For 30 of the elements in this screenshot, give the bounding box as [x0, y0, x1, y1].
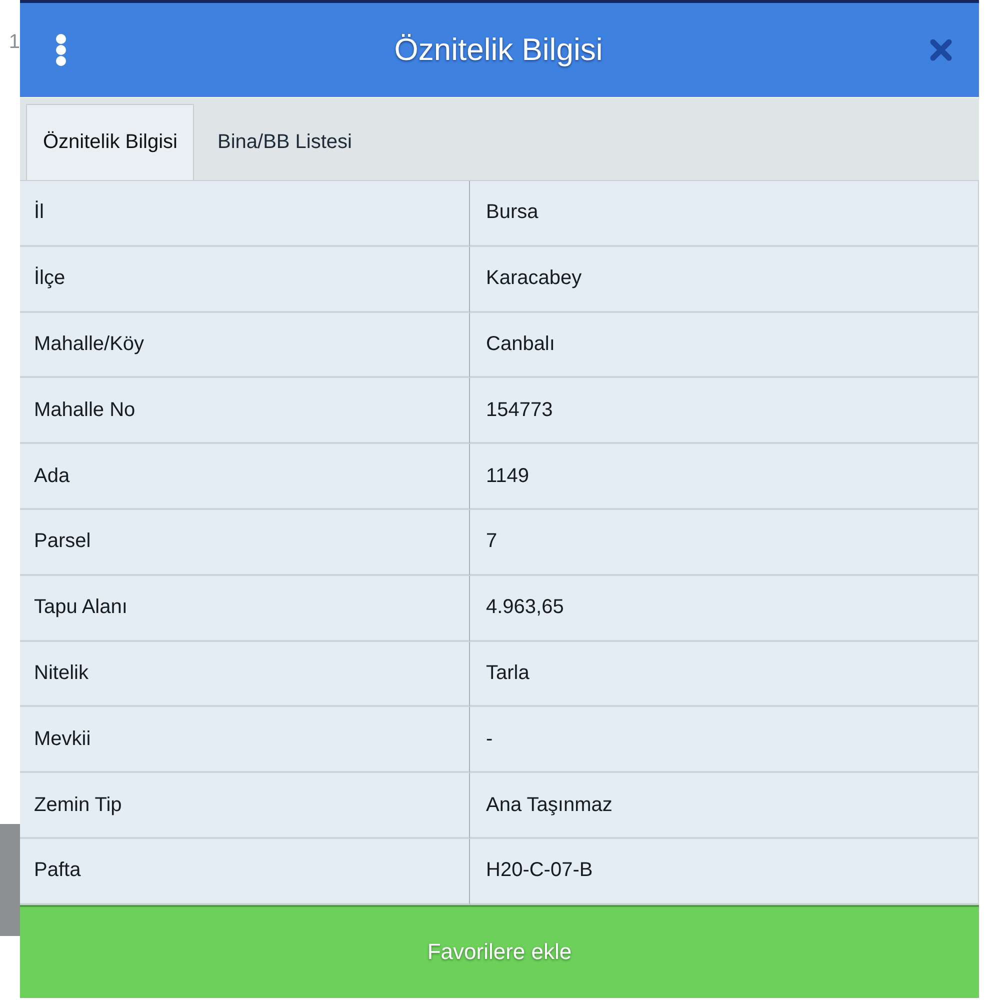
- attribute-name: Mevkii: [20, 707, 470, 774]
- attribute-value: Canbalı: [470, 312, 979, 378]
- attribute-value: Ana Taşınmaz: [470, 773, 979, 839]
- menu-icon: [54, 33, 68, 67]
- attribute-value: -: [470, 707, 979, 774]
- attribute-name: Parsel: [20, 510, 470, 576]
- dialog-title: Öznitelik Bilgisi: [393, 32, 604, 68]
- attribute-value: 4.963,65: [470, 576, 979, 642]
- attribute-value: 154773: [470, 378, 979, 444]
- attribute-name: İlçe: [20, 246, 470, 313]
- attribute-name: Zemin Tip: [20, 773, 470, 839]
- attribute-value: Tarla: [470, 642, 979, 708]
- attribute-value: 7: [470, 510, 979, 576]
- attribute-name: Pafta: [20, 838, 470, 905]
- background-text: 1: [8, 30, 20, 54]
- attribute-value: H20-C-07-B: [470, 838, 979, 905]
- attribute-value: 1149: [470, 444, 979, 510]
- close-button[interactable]: [929, 38, 953, 62]
- attribute-name: İl: [20, 181, 470, 247]
- attribute-name: Tapu Alanı: [20, 576, 470, 642]
- tab[interactable]: Öznitelik Bilgisi: [26, 104, 194, 180]
- close-icon: [929, 38, 953, 62]
- attribute-value: Bursa: [470, 181, 979, 247]
- attribute-name: Nitelik: [20, 642, 470, 708]
- attribute-name: Mahalle No: [20, 378, 470, 444]
- attribute-name: Ada: [20, 444, 470, 510]
- attribute-name: Mahalle/Köy: [20, 312, 470, 378]
- menu-button[interactable]: [54, 33, 68, 67]
- attribute-value: Karacabey: [470, 246, 979, 313]
- tab[interactable]: Bina/BB Listesi: [200, 104, 369, 180]
